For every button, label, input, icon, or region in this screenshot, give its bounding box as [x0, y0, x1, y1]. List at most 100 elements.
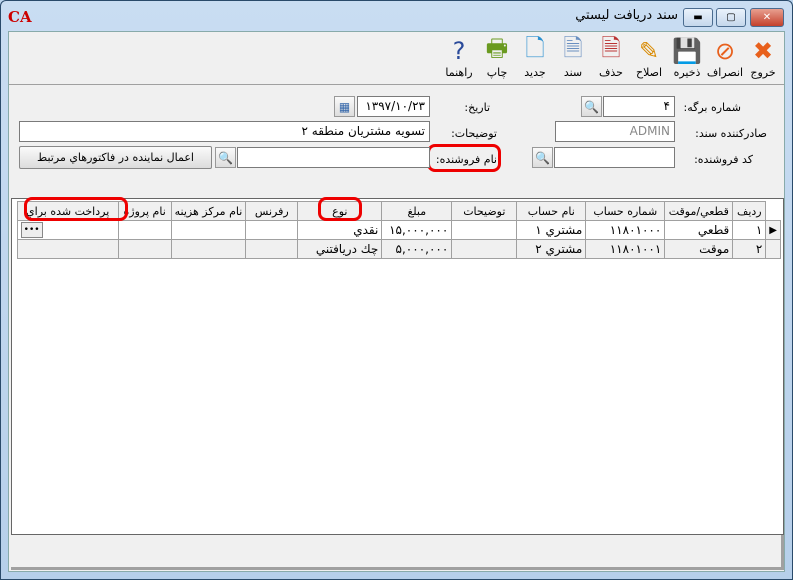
receipts-table: رديف قطعي/موقت شماره حساب نام حساب توضيحات مب… [16, 201, 781, 259]
table-cell[interactable] [451, 239, 518, 259]
header-row: رديف قطعي/موقت شماره حساب نام حساب توضيحات مب… [16, 201, 781, 221]
table-cell[interactable]: ۱ [732, 220, 767, 240]
window-title: سند دريافت ليستي [575, 8, 678, 23]
table-cell[interactable]: نقدي [297, 220, 383, 240]
minimize-button[interactable]: ▬ [683, 8, 713, 27]
row-indicator-header [765, 201, 781, 221]
new-label: جديد [524, 66, 546, 79]
cell-value: مشتري ۲ [535, 242, 583, 256]
table-cell[interactable] [117, 220, 172, 240]
document-icon: 🗎 [563, 33, 583, 62]
toolbar-divider [9, 84, 784, 85]
table-row[interactable]: ۲ موقت ۱۱۸۰۱۰۰۱ مشتري ۲ ۵,۰۰۰,۰۰۰ چك دريافتني [16, 239, 781, 259]
question-icon: ? [452, 37, 466, 65]
table-cell[interactable] [245, 220, 299, 240]
table-cell[interactable]: ۱۵,۰۰۰,۰۰۰ [381, 220, 453, 240]
cell-value: ۲ [755, 242, 763, 256]
save-button[interactable]: 💾 ذخيره [668, 36, 706, 79]
cell-value: ۱۱۸۰۱۰۰۱ [609, 242, 662, 256]
printer-icon: 🖶 [485, 33, 509, 62]
pencil-icon: ✎ [638, 37, 660, 65]
document-button[interactable]: 🗎 سند [554, 33, 592, 80]
sheet-no-input[interactable]: ۴ [603, 96, 675, 117]
table-cell[interactable] [170, 239, 247, 259]
column-header[interactable]: رديف [732, 201, 767, 221]
apply-agent-button[interactable]: اعمال نماينده در فاکتورهاي مرتبط [19, 146, 212, 169]
delete-button[interactable]: 🗎 حذف [592, 33, 630, 80]
cell-value: نقدي [353, 223, 379, 237]
table-cell[interactable] [16, 239, 119, 259]
seller-name-search-button[interactable]: 🔍 [215, 147, 236, 168]
cancel-icon: ⊘ [714, 37, 736, 65]
receipts-grid: رديف قطعي/موقت شماره حساب نام حساب توضيحات مب… [11, 197, 784, 535]
table-cell[interactable] [170, 220, 247, 240]
client-area: ✖ خروج ⊘ انصراف 💾 ذخيره ✎ اصلاح 🗎 حذف 🗎 سند 🗋 جديد 🖶 چا… [8, 31, 785, 572]
column-header[interactable]: نام حساب [516, 201, 587, 221]
cell-value: چك دريافتني [315, 242, 379, 256]
seller-code-search-button[interactable]: 🔍 [532, 147, 553, 168]
cell-value: ۱ [755, 223, 763, 237]
table-cell[interactable] [451, 220, 518, 240]
column-header[interactable]: توضيحات [451, 201, 518, 221]
seller-name-input[interactable] [237, 147, 430, 168]
delete-label: حذف [599, 66, 623, 79]
new-button[interactable]: 🗋 جديد [516, 34, 554, 80]
delete-doc-icon: 🗎 [601, 33, 621, 62]
cell-value: ۱۱۸۰۱۰۰۰ [609, 223, 662, 237]
table-cell[interactable] [245, 239, 299, 259]
sheet-search-button[interactable]: 🔍 [581, 96, 602, 117]
calendar-button[interactable]: ▦ [334, 96, 355, 117]
cell-value: مشتري ۱ [535, 223, 583, 237]
ellipsis-button[interactable]: ••• [20, 222, 43, 238]
column-header[interactable]: نام مرکز هزينه [170, 201, 247, 221]
table-cell[interactable]: ۱۱۸۰۱۰۰۰ [585, 220, 666, 240]
table-cell[interactable]: قطعي [664, 220, 734, 240]
app-logo: CA [8, 8, 32, 26]
cell-value: قطعي [697, 223, 730, 237]
description-input[interactable]: تسويه مشتريان منطقه ۲ [19, 121, 430, 142]
table-cell[interactable] [117, 239, 172, 259]
table-row[interactable]: ▶ ۱ قطعي ۱۱۸۰۱۰۰۰ مشتري ۱ ۱۵,۰۰۰,۰۰۰ نقدي ••• [16, 220, 781, 240]
row-indicator [765, 239, 781, 259]
cell-value: ۵,۰۰۰,۰۰۰ [395, 242, 449, 256]
table-cell[interactable]: مشتري ۲ [516, 239, 587, 259]
cell-value: موقت [699, 242, 730, 256]
edit-label: اصلاح [635, 66, 663, 79]
table-cell[interactable]: ۲ [732, 239, 767, 259]
print-button[interactable]: 🖶 چاپ [478, 33, 516, 80]
edit-button[interactable]: ✎ اصلاح [630, 36, 668, 79]
search-icon: 🔍 [584, 99, 599, 114]
document-label: سند [563, 66, 583, 79]
close-x-icon: ✖ [752, 37, 774, 65]
column-header[interactable]: رفرنس [245, 201, 299, 221]
cell-value: ۱۵,۰۰۰,۰۰۰ [389, 223, 449, 237]
column-header[interactable]: مبلغ [381, 201, 453, 221]
date-input[interactable]: ۱۳۹۷/۱۰/۲۳ [357, 96, 430, 117]
close-button[interactable]: ✕ [750, 8, 784, 27]
column-header[interactable]: شماره حساب [585, 201, 666, 221]
table-cell[interactable]: مشتري ۱ [516, 220, 587, 240]
row-indicator: ▶ [765, 220, 781, 240]
sheet-no-label: شماره برگه: [683, 101, 741, 114]
maximize-button[interactable]: ▢ [716, 8, 746, 27]
print-label: چاپ [486, 66, 508, 79]
exit-label: خروج [750, 66, 776, 79]
save-label: ذخيره [673, 66, 701, 79]
cancel-button[interactable]: ⊘ انصراف [706, 36, 744, 79]
exit-button[interactable]: ✖ خروج [744, 36, 782, 79]
help-button[interactable]: ? راهنما [440, 36, 478, 79]
seller-name-label: نام فروشنده: [435, 153, 497, 166]
issuer-input[interactable]: ADMIN [555, 121, 675, 142]
table-cell[interactable]: موقت [664, 239, 734, 259]
search-icon: 🔍 [535, 150, 550, 165]
issuer-label: صادرکننده سند: [695, 127, 767, 140]
table-cell[interactable]: چك دريافتني [297, 239, 383, 259]
bottom-panel [11, 535, 784, 570]
table-cell[interactable]: ۵,۰۰۰,۰۰۰ [381, 239, 453, 259]
table-cell[interactable]: ••• [16, 220, 119, 240]
date-label: تاريخ: [464, 101, 490, 114]
seller-code-input[interactable] [554, 147, 675, 168]
type-column-highlight [318, 197, 362, 221]
column-header[interactable]: قطعي/موقت [664, 201, 734, 221]
table-cell[interactable]: ۱۱۸۰۱۰۰۱ [585, 239, 666, 259]
